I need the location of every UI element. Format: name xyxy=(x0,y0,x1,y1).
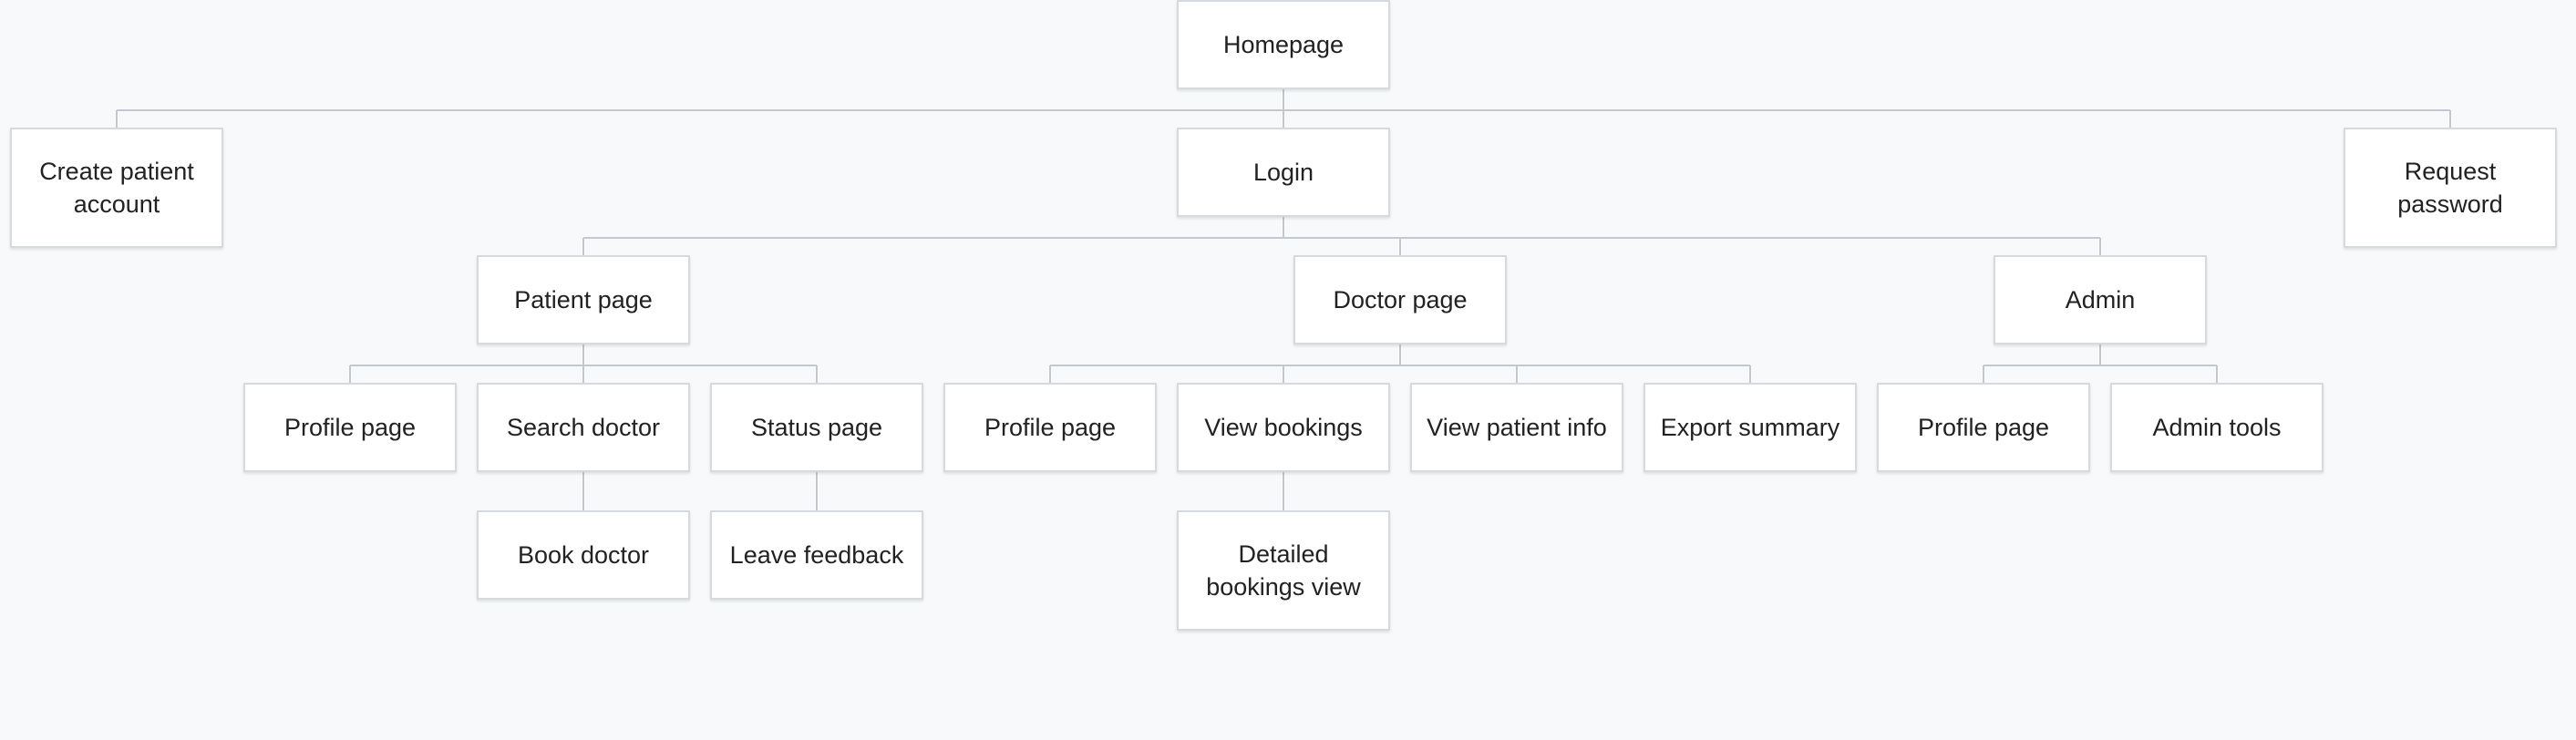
node-book-doctor[interactable]: Book doctor xyxy=(477,510,690,600)
node-label: Create patient account xyxy=(39,158,194,218)
node-label: Search doctor xyxy=(506,414,661,441)
node-doctor-page[interactable]: Doctor page xyxy=(1293,255,1507,344)
node-export-summary[interactable]: Export summary xyxy=(1643,383,1857,472)
node-label: Request password xyxy=(2397,158,2503,218)
node-label: Doctor page xyxy=(1333,286,1468,313)
node-label: Profile page xyxy=(283,414,417,441)
node-admin[interactable]: Admin xyxy=(1994,255,2207,344)
node-label: View bookings xyxy=(1204,414,1363,441)
node-label: Patient page xyxy=(514,286,653,313)
node-label: Leave feedback xyxy=(729,541,904,569)
node-label: Profile page xyxy=(984,414,1117,441)
node-patient-profile-page[interactable]: Profile page xyxy=(243,383,457,472)
node-label: Export summary xyxy=(1660,414,1840,441)
node-label: View patient info xyxy=(1427,414,1607,441)
node-admin-profile-page[interactable]: Profile page xyxy=(1877,383,2090,472)
node-doctor-profile-page[interactable]: Profile page xyxy=(943,383,1157,472)
node-label: Profile page xyxy=(1917,414,2050,441)
node-label: Admin xyxy=(2065,286,2136,313)
node-label: Book doctor xyxy=(517,541,650,569)
node-label: Detailed bookings view xyxy=(1206,540,1361,601)
node-admin-tools[interactable]: Admin tools xyxy=(2110,383,2324,472)
node-label: Homepage xyxy=(1222,31,1345,58)
node-label: Status page xyxy=(750,414,883,441)
node-label: Admin tools xyxy=(2152,414,2282,441)
node-homepage[interactable]: Homepage xyxy=(1177,0,1390,89)
node-patient-page[interactable]: Patient page xyxy=(477,255,690,344)
node-search-doctor[interactable]: Search doctor xyxy=(477,383,690,472)
node-label: Login xyxy=(1252,159,1314,186)
node-login[interactable]: Login xyxy=(1177,128,1390,217)
node-view-patient-info[interactable]: View patient info xyxy=(1410,383,1623,472)
node-view-bookings[interactable]: View bookings xyxy=(1177,383,1390,472)
node-leave-feedback[interactable]: Leave feedback xyxy=(710,510,923,600)
node-detailed-bookings-view[interactable]: Detailed bookings view xyxy=(1177,510,1390,631)
node-create-patient-account[interactable]: Create patient account xyxy=(10,128,223,248)
node-request-password[interactable]: Request password xyxy=(2344,128,2557,248)
node-status-page[interactable]: Status page xyxy=(710,383,923,472)
